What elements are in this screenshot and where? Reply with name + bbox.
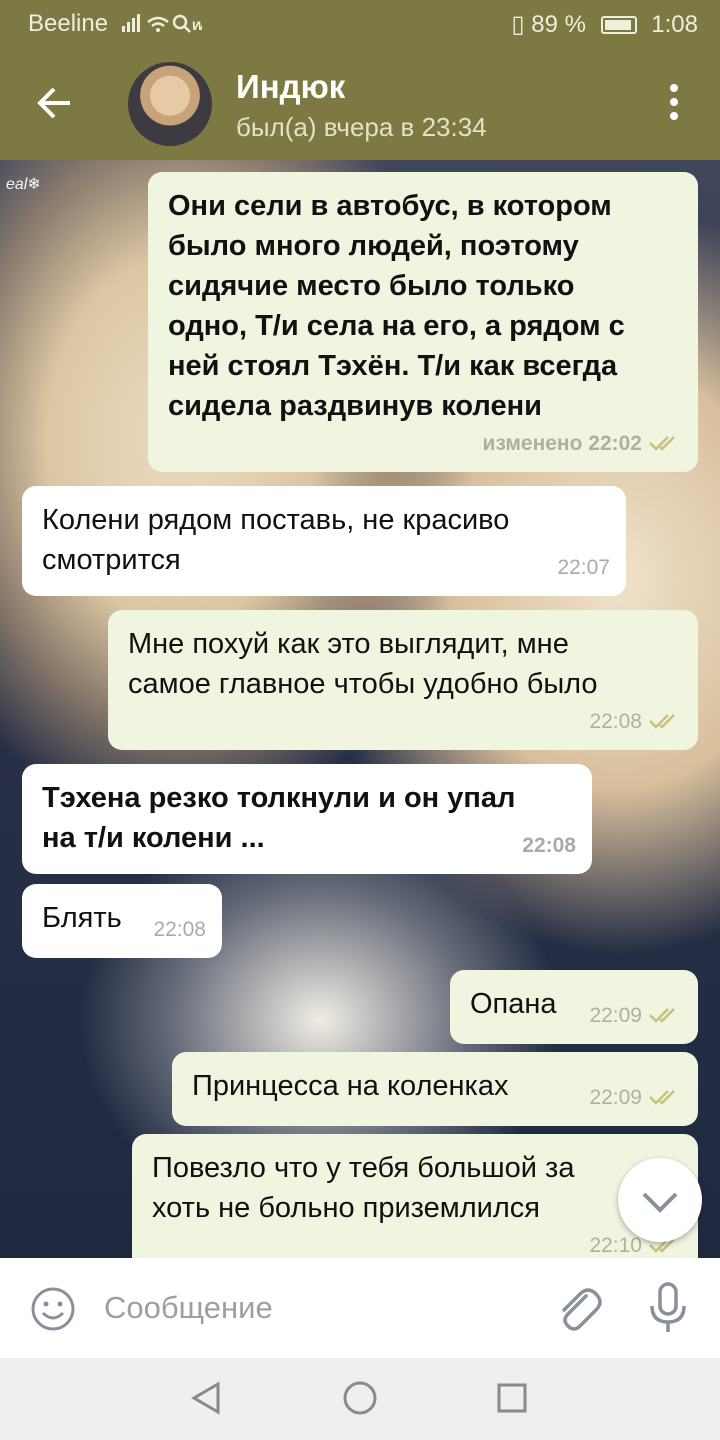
message-input-bar: Сообщение [0, 1258, 720, 1358]
scroll-down-button[interactable] [618, 1158, 702, 1242]
message-text: Блять [42, 902, 122, 934]
chevron-down-icon [642, 1192, 678, 1213]
message-meta: 22:08 [522, 834, 576, 857]
svg-text:w: w [192, 17, 202, 34]
wallpaper-signature: eal❄ [6, 176, 41, 193]
message-text: Они сели в автобус, в котором было много … [168, 190, 625, 422]
message-meta: 22:08 [153, 918, 206, 941]
more-vert-icon[interactable] [664, 84, 684, 126]
nav-home-icon[interactable] [342, 1380, 378, 1416]
chat-header: Индюк был(а) вчера в 23:34 [0, 48, 720, 160]
double-check-icon [649, 436, 675, 451]
message-meta: 22:09 [589, 1078, 682, 1118]
signal-wifi-icons: w [122, 12, 204, 40]
message-bubble-out[interactable]: Принцесса на коленках 22:09 [172, 1052, 698, 1126]
clock: 1:08 [651, 11, 698, 38]
message-bubble-out[interactable]: Повезло что у тебя большой за хоть не бол… [132, 1134, 698, 1258]
message-text: Мне похуй как это выглядит, мне самое гла… [128, 628, 598, 700]
back-arrow-icon[interactable] [30, 78, 80, 128]
contact-name[interactable]: Индюк [236, 68, 345, 106]
message-bubble-out[interactable]: Опана 22:09 [450, 970, 698, 1044]
message-input[interactable]: Сообщение [104, 1290, 273, 1326]
status-bar: Beeline w ▯ 89 % 1:08 [0, 0, 720, 48]
signal-icon: w [122, 14, 204, 34]
emoji-icon[interactable] [30, 1286, 76, 1332]
nav-recent-icon[interactable] [496, 1382, 528, 1414]
message-bubble-in[interactable]: Блять 22:08 [22, 884, 222, 958]
message-text: Тэхена резко толкнули и он упал на т/и ко… [42, 782, 516, 854]
message-meta: 22:09 [589, 996, 682, 1036]
avatar[interactable] [128, 62, 212, 146]
double-check-icon [649, 1008, 675, 1023]
battery-percent: 89 % [531, 11, 586, 38]
message-bubble-out[interactable]: Мне похуй как это выглядит, мне самое гла… [108, 610, 698, 750]
double-check-icon [649, 1090, 675, 1105]
battery-icon [600, 16, 637, 34]
system-nav-bar [0, 1358, 720, 1440]
message-meta: изменено 22:02 [483, 424, 682, 464]
message-text: Колени рядом поставь, не красиво смотритс… [42, 504, 510, 576]
status-right: ▯ 89 % 1:08 [511, 10, 698, 39]
last-seen: был(а) вчера в 23:34 [236, 112, 487, 142]
mic-icon[interactable] [648, 1282, 688, 1334]
attach-icon[interactable] [552, 1282, 602, 1334]
nav-back-icon[interactable] [188, 1380, 224, 1416]
message-text: Повезло что у тебя большой за хоть не бол… [152, 1152, 575, 1224]
message-list[interactable]: eal❄ Они сели в автобус, в котором было м… [0, 160, 720, 1258]
message-meta: 22:08 [589, 702, 682, 742]
double-check-icon [649, 714, 675, 729]
carrier-name: Beeline [28, 10, 109, 37]
message-bubble-in[interactable]: Колени рядом поставь, не красиво смотритс… [22, 486, 626, 596]
message-bubble-in[interactable]: Тэхена резко толкнули и он упал на т/и ко… [22, 764, 592, 874]
message-meta: 22:07 [557, 556, 610, 579]
message-bubble-out[interactable]: Они сели в автобус, в котором было много … [148, 172, 698, 472]
vibrate-icon: ▯ [511, 11, 525, 38]
